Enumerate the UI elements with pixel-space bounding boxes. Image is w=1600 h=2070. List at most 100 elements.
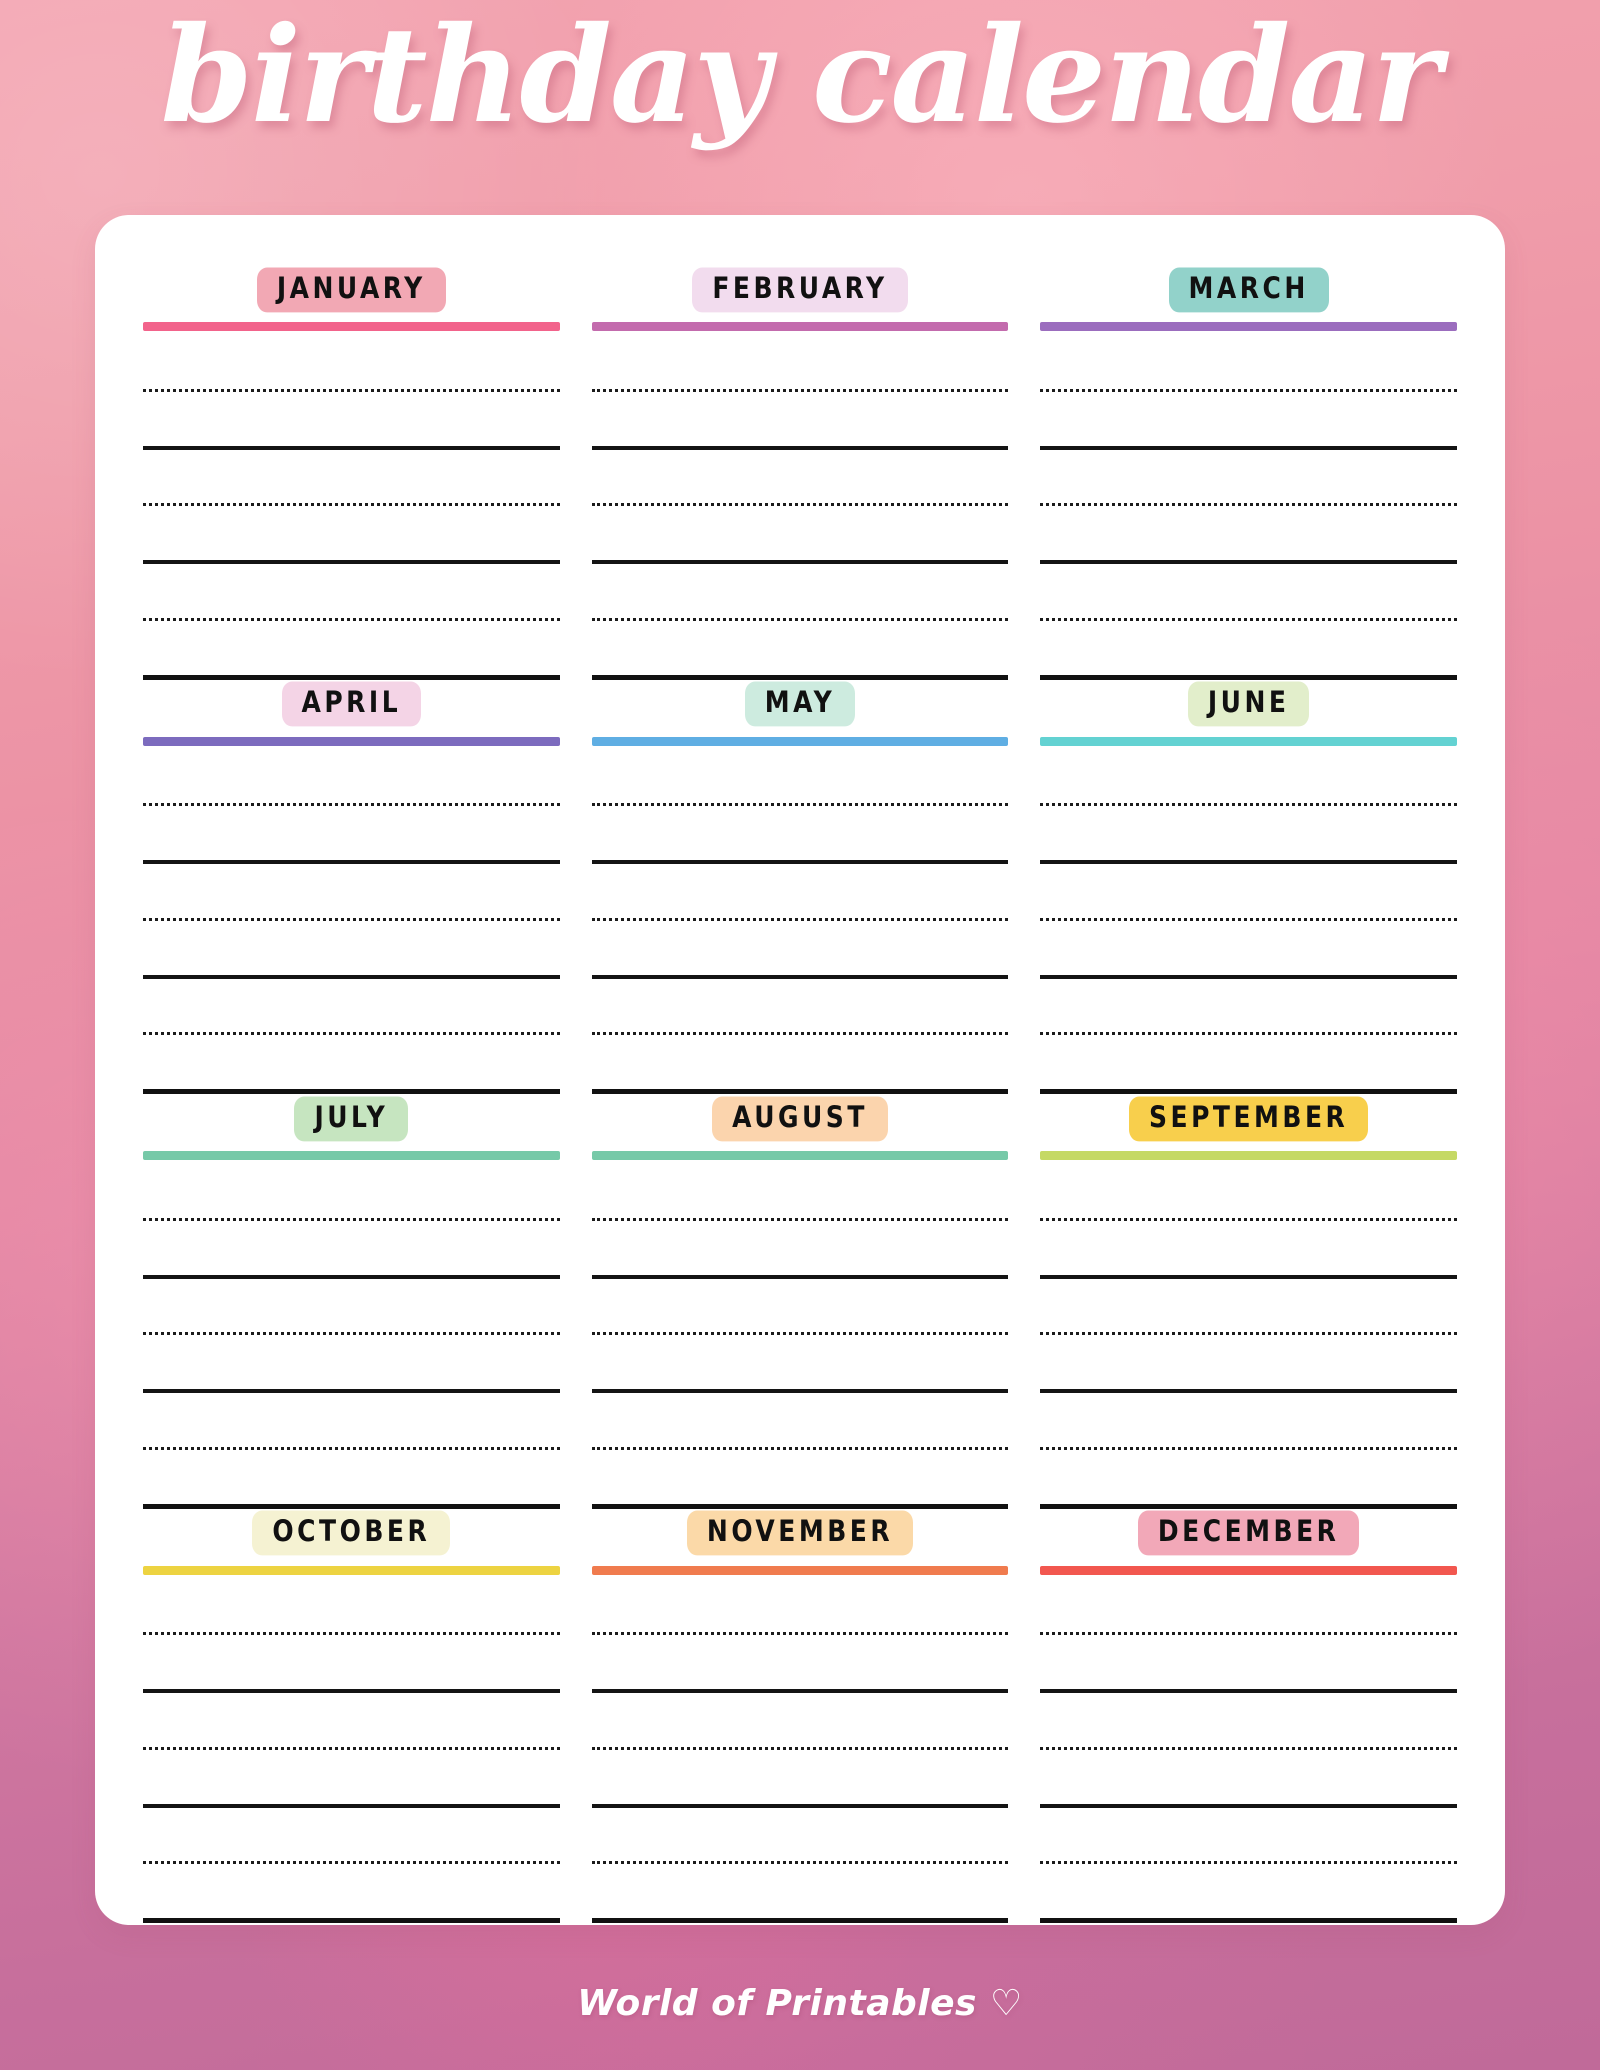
month-writing-lines[interactable] [143, 1160, 560, 1504]
writing-line[interactable] [1040, 917, 1457, 921]
writing-line[interactable] [143, 1689, 560, 1693]
writing-line[interactable] [591, 1217, 1009, 1221]
month-writing-lines[interactable] [143, 746, 560, 1090]
writing-line[interactable] [591, 617, 1009, 621]
month-writing-lines[interactable] [1040, 1575, 1457, 1919]
month-label-row: OCTOBER [143, 1510, 560, 1557]
month-writing-lines[interactable] [1040, 331, 1457, 675]
writing-line[interactable] [143, 1632, 560, 1636]
writing-line[interactable] [1040, 560, 1457, 564]
month-writing-lines[interactable] [1040, 1160, 1457, 1504]
month-label-row: MAY [592, 681, 1009, 728]
month-name-badge: JULY [294, 1096, 409, 1142]
month-closing-rule [1040, 1918, 1457, 1923]
month-writing-lines[interactable] [1040, 746, 1457, 1090]
writing-line[interactable] [1040, 1861, 1457, 1865]
month-writing-lines[interactable] [591, 746, 1009, 1090]
writing-line[interactable] [591, 1689, 1009, 1693]
writing-line[interactable] [143, 560, 560, 564]
writing-line[interactable] [143, 917, 560, 921]
writing-line[interactable] [591, 1389, 1009, 1393]
writing-line[interactable] [143, 1746, 560, 1750]
writing-line[interactable] [1040, 1746, 1457, 1750]
month-label-row: APRIL [143, 681, 560, 728]
writing-line[interactable] [1040, 1274, 1457, 1279]
writing-line[interactable] [591, 1746, 1009, 1750]
writing-line[interactable] [143, 388, 560, 392]
writing-line[interactable] [591, 1861, 1009, 1865]
writing-line[interactable] [591, 1446, 1009, 1450]
writing-line[interactable] [143, 445, 560, 450]
writing-line[interactable] [143, 1032, 560, 1036]
writing-line[interactable] [591, 917, 1009, 921]
month-writing-lines[interactable] [591, 331, 1009, 675]
month-block: DECEMBER [1040, 1510, 1457, 1926]
writing-line[interactable] [143, 1389, 560, 1393]
writing-line[interactable] [591, 1332, 1009, 1336]
month-label-row: JANUARY [143, 267, 560, 313]
month-closing-rule [1040, 1503, 1457, 1509]
writing-line[interactable] [1040, 974, 1457, 979]
months-grid: JANUARY FEBRUARY MARCH APRIL MAY JUNE JULY AUGU… [143, 267, 1457, 1925]
month-label-row: DECEMBER [1040, 1510, 1457, 1557]
writing-line[interactable] [1040, 1032, 1457, 1036]
writing-line[interactable] [591, 445, 1009, 450]
writing-line[interactable] [1040, 388, 1457, 392]
month-block: OCTOBER [143, 1510, 560, 1926]
month-name-badge: MARCH [1168, 267, 1329, 313]
month-accent-bar [143, 736, 560, 746]
writing-line[interactable] [591, 1803, 1009, 1808]
month-name-badge: SEPTEMBER [1129, 1096, 1369, 1142]
writing-line[interactable] [143, 1446, 560, 1450]
month-accent-bar [1040, 1151, 1457, 1160]
writing-line[interactable] [1040, 1389, 1457, 1393]
writing-line[interactable] [143, 503, 560, 507]
month-block: MAY [591, 681, 1009, 1097]
writing-line[interactable] [143, 1803, 560, 1808]
month-writing-lines[interactable] [591, 1160, 1009, 1504]
month-accent-bar [1040, 736, 1457, 746]
writing-line[interactable] [591, 503, 1009, 507]
writing-line[interactable] [1040, 803, 1457, 807]
writing-line[interactable] [143, 860, 560, 864]
writing-line[interactable] [1040, 860, 1457, 864]
writing-line[interactable] [1040, 1632, 1457, 1636]
writing-line[interactable] [1040, 1217, 1457, 1221]
writing-line[interactable] [143, 1861, 560, 1865]
month-writing-lines[interactable] [143, 1575, 560, 1919]
writing-line[interactable] [1040, 1446, 1457, 1450]
writing-line[interactable] [143, 974, 560, 979]
writing-line[interactable] [1040, 445, 1457, 450]
writing-line[interactable] [591, 803, 1009, 807]
month-writing-lines[interactable] [143, 331, 560, 675]
month-accent-bar [143, 1565, 560, 1575]
writing-line[interactable] [591, 974, 1009, 979]
writing-line[interactable] [1040, 1332, 1457, 1336]
month-closing-rule [1040, 674, 1457, 680]
month-accent-bar [591, 736, 1009, 746]
writing-line[interactable] [143, 617, 560, 621]
writing-line[interactable] [143, 1217, 560, 1221]
writing-line[interactable] [1040, 503, 1457, 507]
month-closing-rule [143, 1089, 560, 1094]
writing-line[interactable] [591, 1032, 1009, 1036]
writing-line[interactable] [143, 1332, 560, 1336]
month-accent-bar [591, 1565, 1009, 1575]
writing-line[interactable] [1040, 617, 1457, 621]
month-accent-bar [591, 1151, 1009, 1160]
writing-line[interactable] [591, 388, 1009, 392]
writing-line[interactable] [143, 803, 560, 807]
month-block: NOVEMBER [591, 1510, 1009, 1926]
writing-line[interactable] [591, 1274, 1009, 1279]
writing-line[interactable] [143, 1274, 560, 1279]
writing-line[interactable] [591, 560, 1009, 564]
month-block: JULY [143, 1096, 560, 1511]
month-name-badge: DECEMBER [1137, 1510, 1360, 1557]
writing-line[interactable] [1040, 1689, 1457, 1693]
writing-line[interactable] [1040, 1803, 1457, 1808]
writing-line[interactable] [591, 1632, 1009, 1636]
month-block: FEBRUARY [591, 267, 1009, 682]
writing-line[interactable] [591, 860, 1009, 864]
month-label-row: FEBRUARY [592, 267, 1009, 313]
month-writing-lines[interactable] [591, 1575, 1009, 1919]
